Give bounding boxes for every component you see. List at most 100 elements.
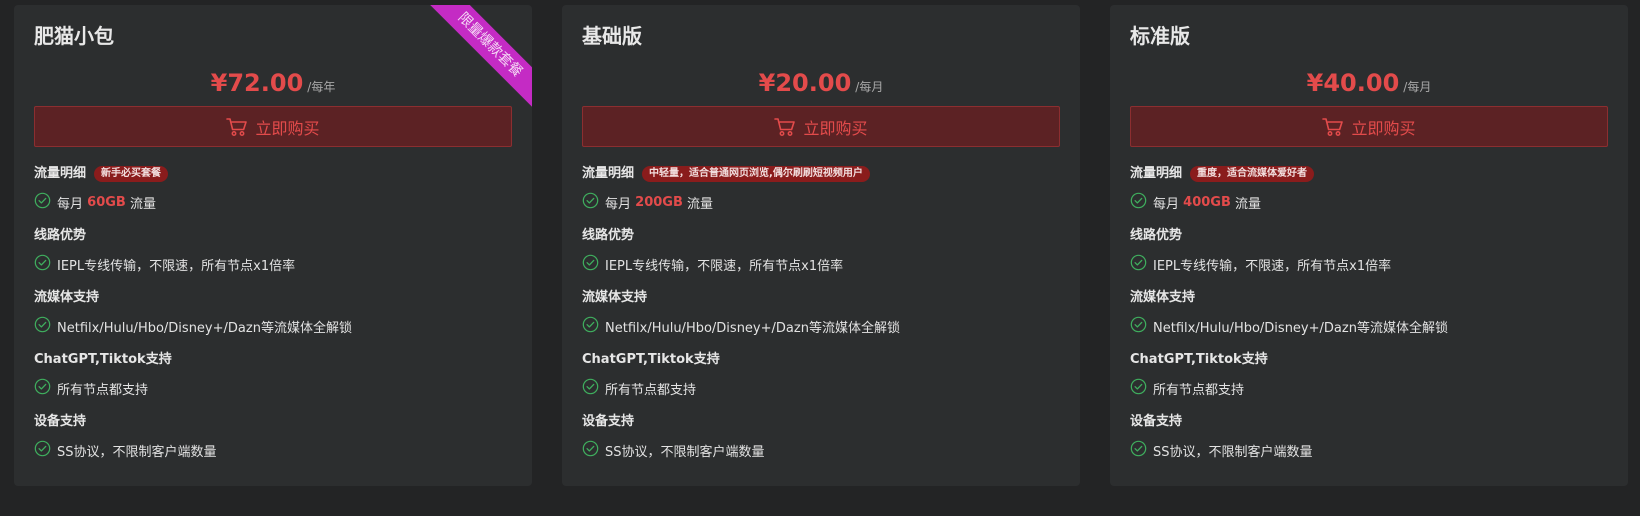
feature-text: SS协议，不限制客户端数量 xyxy=(1153,444,1313,460)
feature-section-route: 线路优势 IEPL专线传输，不限速，所有节点x1倍率 xyxy=(34,227,512,275)
feature-section-streaming: 流媒体支持 Netfilx/Hulu/Hbo/Disney+/Dazn等流媒体全… xyxy=(34,289,512,337)
feature-item: IEPL专线传输，不限速，所有节点x1倍率 xyxy=(1130,253,1608,275)
traffic-suffix: 流量 xyxy=(1235,196,1262,212)
section-title: 流量明细 xyxy=(1130,166,1183,181)
section-title: 线路优势 xyxy=(582,228,635,243)
feature-section-streaming: 流媒体支持 Netfilx/Hulu/Hbo/Disney+/Dazn等流媒体全… xyxy=(1130,289,1608,337)
feature-section-streaming: 流媒体支持 Netfilx/Hulu/Hbo/Disney+/Dazn等流媒体全… xyxy=(582,289,1060,337)
traffic-suffix: 流量 xyxy=(687,196,714,212)
cart-icon xyxy=(226,117,248,136)
feature-section-traffic: 流量明细 中轻量，适合普通网页浏览,偶尔刷刷短视频用户 每月 200GB 流量 xyxy=(582,165,1060,213)
buy-now-button[interactable]: 立即购买 xyxy=(1130,106,1608,147)
check-circle-icon xyxy=(1130,440,1147,456)
feature-item: 每月 200GB 流量 xyxy=(582,191,1060,213)
plan-price: ¥72.00 xyxy=(210,69,304,97)
plan-name: 标准版 xyxy=(1130,24,1190,48)
plan-card-standard: 标准版 ¥40.00/每月 立即购买 流量明细 重度，适合流媒体爱好者 每月 40… xyxy=(1110,5,1628,486)
feature-section-device: 设备支持 SS协议，不限制客户端数量 xyxy=(34,413,512,461)
plan-name: 肥猫小包 xyxy=(34,24,114,48)
feature-text: Netfilx/Hulu/Hbo/Disney+/Dazn等流媒体全解锁 xyxy=(1153,320,1448,336)
feature-item: SS协议，不限制客户端数量 xyxy=(582,439,1060,461)
section-title: 设备支持 xyxy=(1130,414,1183,429)
plan-period: /每月 xyxy=(855,80,884,94)
feature-item: IEPL专线传输，不限速，所有节点x1倍率 xyxy=(34,253,512,275)
cart-icon xyxy=(774,117,796,136)
traffic-amount: 400GB xyxy=(1183,194,1231,210)
check-circle-icon xyxy=(34,378,51,394)
feature-item: SS协议，不限制客户端数量 xyxy=(34,439,512,461)
feature-item: SS协议，不限制客户端数量 xyxy=(1130,439,1608,461)
traffic-tag: 新手必买套餐 xyxy=(94,166,169,182)
feature-item: 每月 400GB 流量 xyxy=(1130,191,1608,213)
plan-card-basic: 基础版 ¥20.00/每月 立即购买 流量明细 中轻量，适合普通网页浏览,偶尔刷刷… xyxy=(562,5,1080,486)
section-title: 设备支持 xyxy=(582,414,635,429)
feature-section-ai: ChatGPT,Tiktok支持 所有节点都支持 xyxy=(582,351,1060,399)
feature-list: 流量明细 中轻量，适合普通网页浏览,偶尔刷刷短视频用户 每月 200GB 流量 线… xyxy=(582,165,1060,475)
plan-price: ¥20.00 xyxy=(758,69,852,97)
plan-period: /每年 xyxy=(307,80,336,94)
section-title: 流媒体支持 xyxy=(34,290,100,305)
price-row: ¥40.00/每月 xyxy=(1110,69,1628,97)
plan-name: 基础版 xyxy=(582,24,642,48)
section-title: 设备支持 xyxy=(34,414,87,429)
cart-icon xyxy=(1322,117,1344,136)
section-title: 流媒体支持 xyxy=(1130,290,1196,305)
feature-section-ai: ChatGPT,Tiktok支持 所有节点都支持 xyxy=(1130,351,1608,399)
feature-item: IEPL专线传输，不限速，所有节点x1倍率 xyxy=(582,253,1060,275)
feature-text: 所有节点都支持 xyxy=(57,382,149,398)
plan-price: ¥40.00 xyxy=(1306,69,1400,97)
promo-ribbon: 限量爆款套餐 xyxy=(422,5,532,115)
feature-item: Netfilx/Hulu/Hbo/Disney+/Dazn等流媒体全解锁 xyxy=(582,315,1060,337)
check-circle-icon xyxy=(34,440,51,456)
buy-now-label: 立即购买 xyxy=(255,118,320,138)
feature-text: 所有节点都支持 xyxy=(1153,382,1245,398)
feature-item: 所有节点都支持 xyxy=(582,377,1060,399)
traffic-prefix: 每月 xyxy=(605,196,632,212)
check-circle-icon xyxy=(582,440,599,456)
feature-text: IEPL专线传输，不限速，所有节点x1倍率 xyxy=(1153,258,1392,274)
check-circle-icon xyxy=(34,316,51,332)
traffic-suffix: 流量 xyxy=(129,196,156,212)
feature-item: 所有节点都支持 xyxy=(34,377,512,399)
feature-section-route: 线路优势 IEPL专线传输，不限速，所有节点x1倍率 xyxy=(582,227,1060,275)
feature-text: Netfilx/Hulu/Hbo/Disney+/Dazn等流媒体全解锁 xyxy=(57,320,352,336)
traffic-amount: 200GB xyxy=(635,194,683,210)
feature-section-route: 线路优势 IEPL专线传输，不限速，所有节点x1倍率 xyxy=(1130,227,1608,275)
feature-section-traffic: 流量明细 重度，适合流媒体爱好者 每月 400GB 流量 xyxy=(1130,165,1608,213)
section-title: ChatGPT,Tiktok支持 xyxy=(1130,352,1268,367)
feature-list: 流量明细 重度，适合流媒体爱好者 每月 400GB 流量 线路优势 IEPL专线传… xyxy=(1130,165,1608,475)
section-title: 流媒体支持 xyxy=(582,290,648,305)
buy-now-button[interactable]: 立即购买 xyxy=(582,106,1060,147)
feature-section-ai: ChatGPT,Tiktok支持 所有节点都支持 xyxy=(34,351,512,399)
traffic-prefix: 每月 xyxy=(1153,196,1180,212)
feature-section-device: 设备支持 SS协议，不限制客户端数量 xyxy=(1130,413,1608,461)
check-circle-icon xyxy=(1130,316,1147,332)
check-circle-icon xyxy=(582,378,599,394)
check-circle-icon xyxy=(582,192,599,208)
traffic-amount: 60GB xyxy=(87,194,126,210)
feature-text: Netfilx/Hulu/Hbo/Disney+/Dazn等流媒体全解锁 xyxy=(605,320,900,336)
buy-now-button[interactable]: 立即购买 xyxy=(34,106,512,147)
buy-now-label: 立即购买 xyxy=(1351,118,1416,138)
price-row: ¥72.00/每年 xyxy=(14,69,532,97)
check-circle-icon xyxy=(34,254,51,270)
pricing-page: 限量爆款套餐 肥猫小包 ¥72.00/每年 立即购买 流量明细 新手必买套餐 每月… xyxy=(0,0,1640,516)
section-title: 线路优势 xyxy=(1130,228,1183,243)
traffic-prefix: 每月 xyxy=(57,196,84,212)
check-circle-icon xyxy=(582,254,599,270)
traffic-tag: 中轻量，适合普通网页浏览,偶尔刷刷短视频用户 xyxy=(642,166,870,182)
section-title: 流量明细 xyxy=(582,166,635,181)
plan-card-feimao: 限量爆款套餐 肥猫小包 ¥72.00/每年 立即购买 流量明细 新手必买套餐 每月… xyxy=(14,5,532,486)
check-circle-icon xyxy=(1130,378,1147,394)
check-circle-icon xyxy=(34,192,51,208)
feature-text: SS协议，不限制客户端数量 xyxy=(57,444,217,460)
section-title: 线路优势 xyxy=(34,228,87,243)
feature-item: 每月 60GB 流量 xyxy=(34,191,512,213)
traffic-tag: 重度，适合流媒体爱好者 xyxy=(1190,166,1315,182)
check-circle-icon xyxy=(582,316,599,332)
price-row: ¥20.00/每月 xyxy=(562,69,1080,97)
section-title: ChatGPT,Tiktok支持 xyxy=(34,352,172,367)
feature-text: IEPL专线传输，不限速，所有节点x1倍率 xyxy=(605,258,844,274)
feature-list: 流量明细 新手必买套餐 每月 60GB 流量 线路优势 IEPL专线传输，不限速，… xyxy=(34,165,512,475)
feature-text: 所有节点都支持 xyxy=(605,382,697,398)
